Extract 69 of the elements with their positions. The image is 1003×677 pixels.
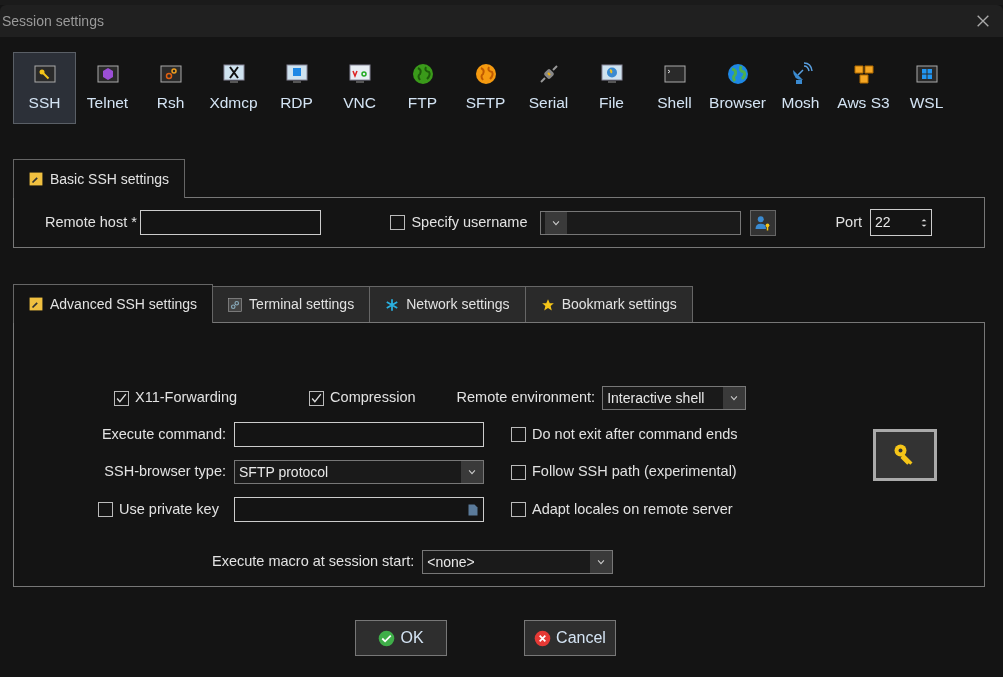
gears-icon: [228, 297, 243, 312]
session-type-button[interactable]: Rsh: [139, 52, 202, 124]
session-type-button[interactable]: VNC: [328, 52, 391, 124]
globe-icon: [725, 61, 750, 86]
field-label: Port: [835, 212, 863, 232]
checkbox-label: Specify username: [411, 212, 528, 232]
caret-icon: [467, 467, 477, 477]
window-title: Session settings: [2, 11, 104, 31]
checkbox[interactable]: [511, 427, 526, 442]
caret-icon: [596, 557, 607, 567]
check-circle-icon: [378, 629, 396, 647]
session-type-button[interactable]: Serial: [517, 52, 580, 124]
tab[interactable]: Terminal settings: [212, 286, 371, 322]
input-field[interactable]: [140, 210, 322, 235]
session-type-button[interactable]: File: [580, 52, 643, 124]
checkbox-label: Adapt locales on remote server: [532, 499, 733, 519]
caret-icon: [729, 393, 740, 403]
input-field[interactable]: [234, 422, 484, 447]
tab[interactable]: Basic SSH settings: [13, 159, 186, 198]
session-type-button[interactable]: Shell: [643, 52, 706, 124]
tab[interactable]: Network settings: [369, 286, 526, 322]
globe-icon: [410, 61, 435, 86]
globe-icon: [473, 61, 498, 86]
checkbox-label: Compression: [330, 388, 416, 408]
field-label: SSH-browser type:: [103, 462, 226, 482]
session-type-button[interactable]: Mosh: [769, 52, 832, 124]
spin-field[interactable]: 22: [870, 209, 933, 236]
tab[interactable]: Advanced SSH settings: [13, 284, 214, 323]
session-type-button[interactable]: RDP: [265, 52, 328, 124]
field-label: Remote host *: [45, 212, 137, 232]
checkbox-label: Use private key: [119, 499, 219, 519]
session-type-button[interactable]: Xdmcp: [202, 52, 265, 124]
dropdown[interactable]: SFTP protocol: [234, 460, 484, 484]
checkbox[interactable]: [309, 390, 325, 406]
checkbox[interactable]: [511, 502, 526, 517]
session-type-button[interactable]: Aws S3: [832, 52, 895, 124]
ok-button[interactable]: OK: [355, 620, 447, 656]
session-type-button[interactable]: SSH: [13, 52, 76, 124]
asterisk-icon: [385, 297, 400, 312]
key-button[interactable]: [873, 429, 937, 481]
file-field[interactable]: [234, 497, 484, 522]
monitor-icon: [599, 61, 624, 86]
user-key-button[interactable]: [750, 209, 777, 236]
checkbox-label: Do not exit after command ends: [532, 424, 738, 444]
session-type-button[interactable]: FTP: [391, 52, 454, 124]
session-type-button[interactable]: Telnet: [76, 52, 139, 124]
field-label: Remote environment:: [456, 388, 596, 408]
cancel-button[interactable]: Cancel: [524, 620, 616, 656]
session-type-button[interactable]: WSL: [895, 52, 958, 124]
checkbox[interactable]: [114, 390, 129, 406]
monitor-icon: [284, 61, 309, 86]
close-icon: [975, 13, 991, 29]
x-circle-icon: [534, 629, 552, 647]
session-type-button[interactable]: Browser: [706, 52, 769, 124]
dropdown[interactable]: [540, 210, 742, 235]
checkbox[interactable]: [511, 464, 526, 480]
monitor-icon: [221, 61, 246, 86]
star-icon: [540, 297, 555, 312]
dropdown[interactable]: Interactive shell: [602, 386, 747, 410]
session-type-button[interactable]: SFTP: [454, 52, 517, 124]
checkbox[interactable]: [98, 502, 113, 517]
checkbox[interactable]: [390, 215, 406, 230]
tab[interactable]: Bookmark settings: [524, 286, 693, 322]
dropdown[interactable]: <none>: [422, 550, 614, 574]
field-label: Execute macro at session start:: [212, 552, 415, 572]
monitor-icon: [347, 61, 372, 86]
checkbox-label: Follow SSH path (experimental): [532, 462, 737, 482]
checkbox-label: X11-Forwarding: [135, 388, 238, 408]
field-label: Execute command:: [100, 424, 226, 444]
